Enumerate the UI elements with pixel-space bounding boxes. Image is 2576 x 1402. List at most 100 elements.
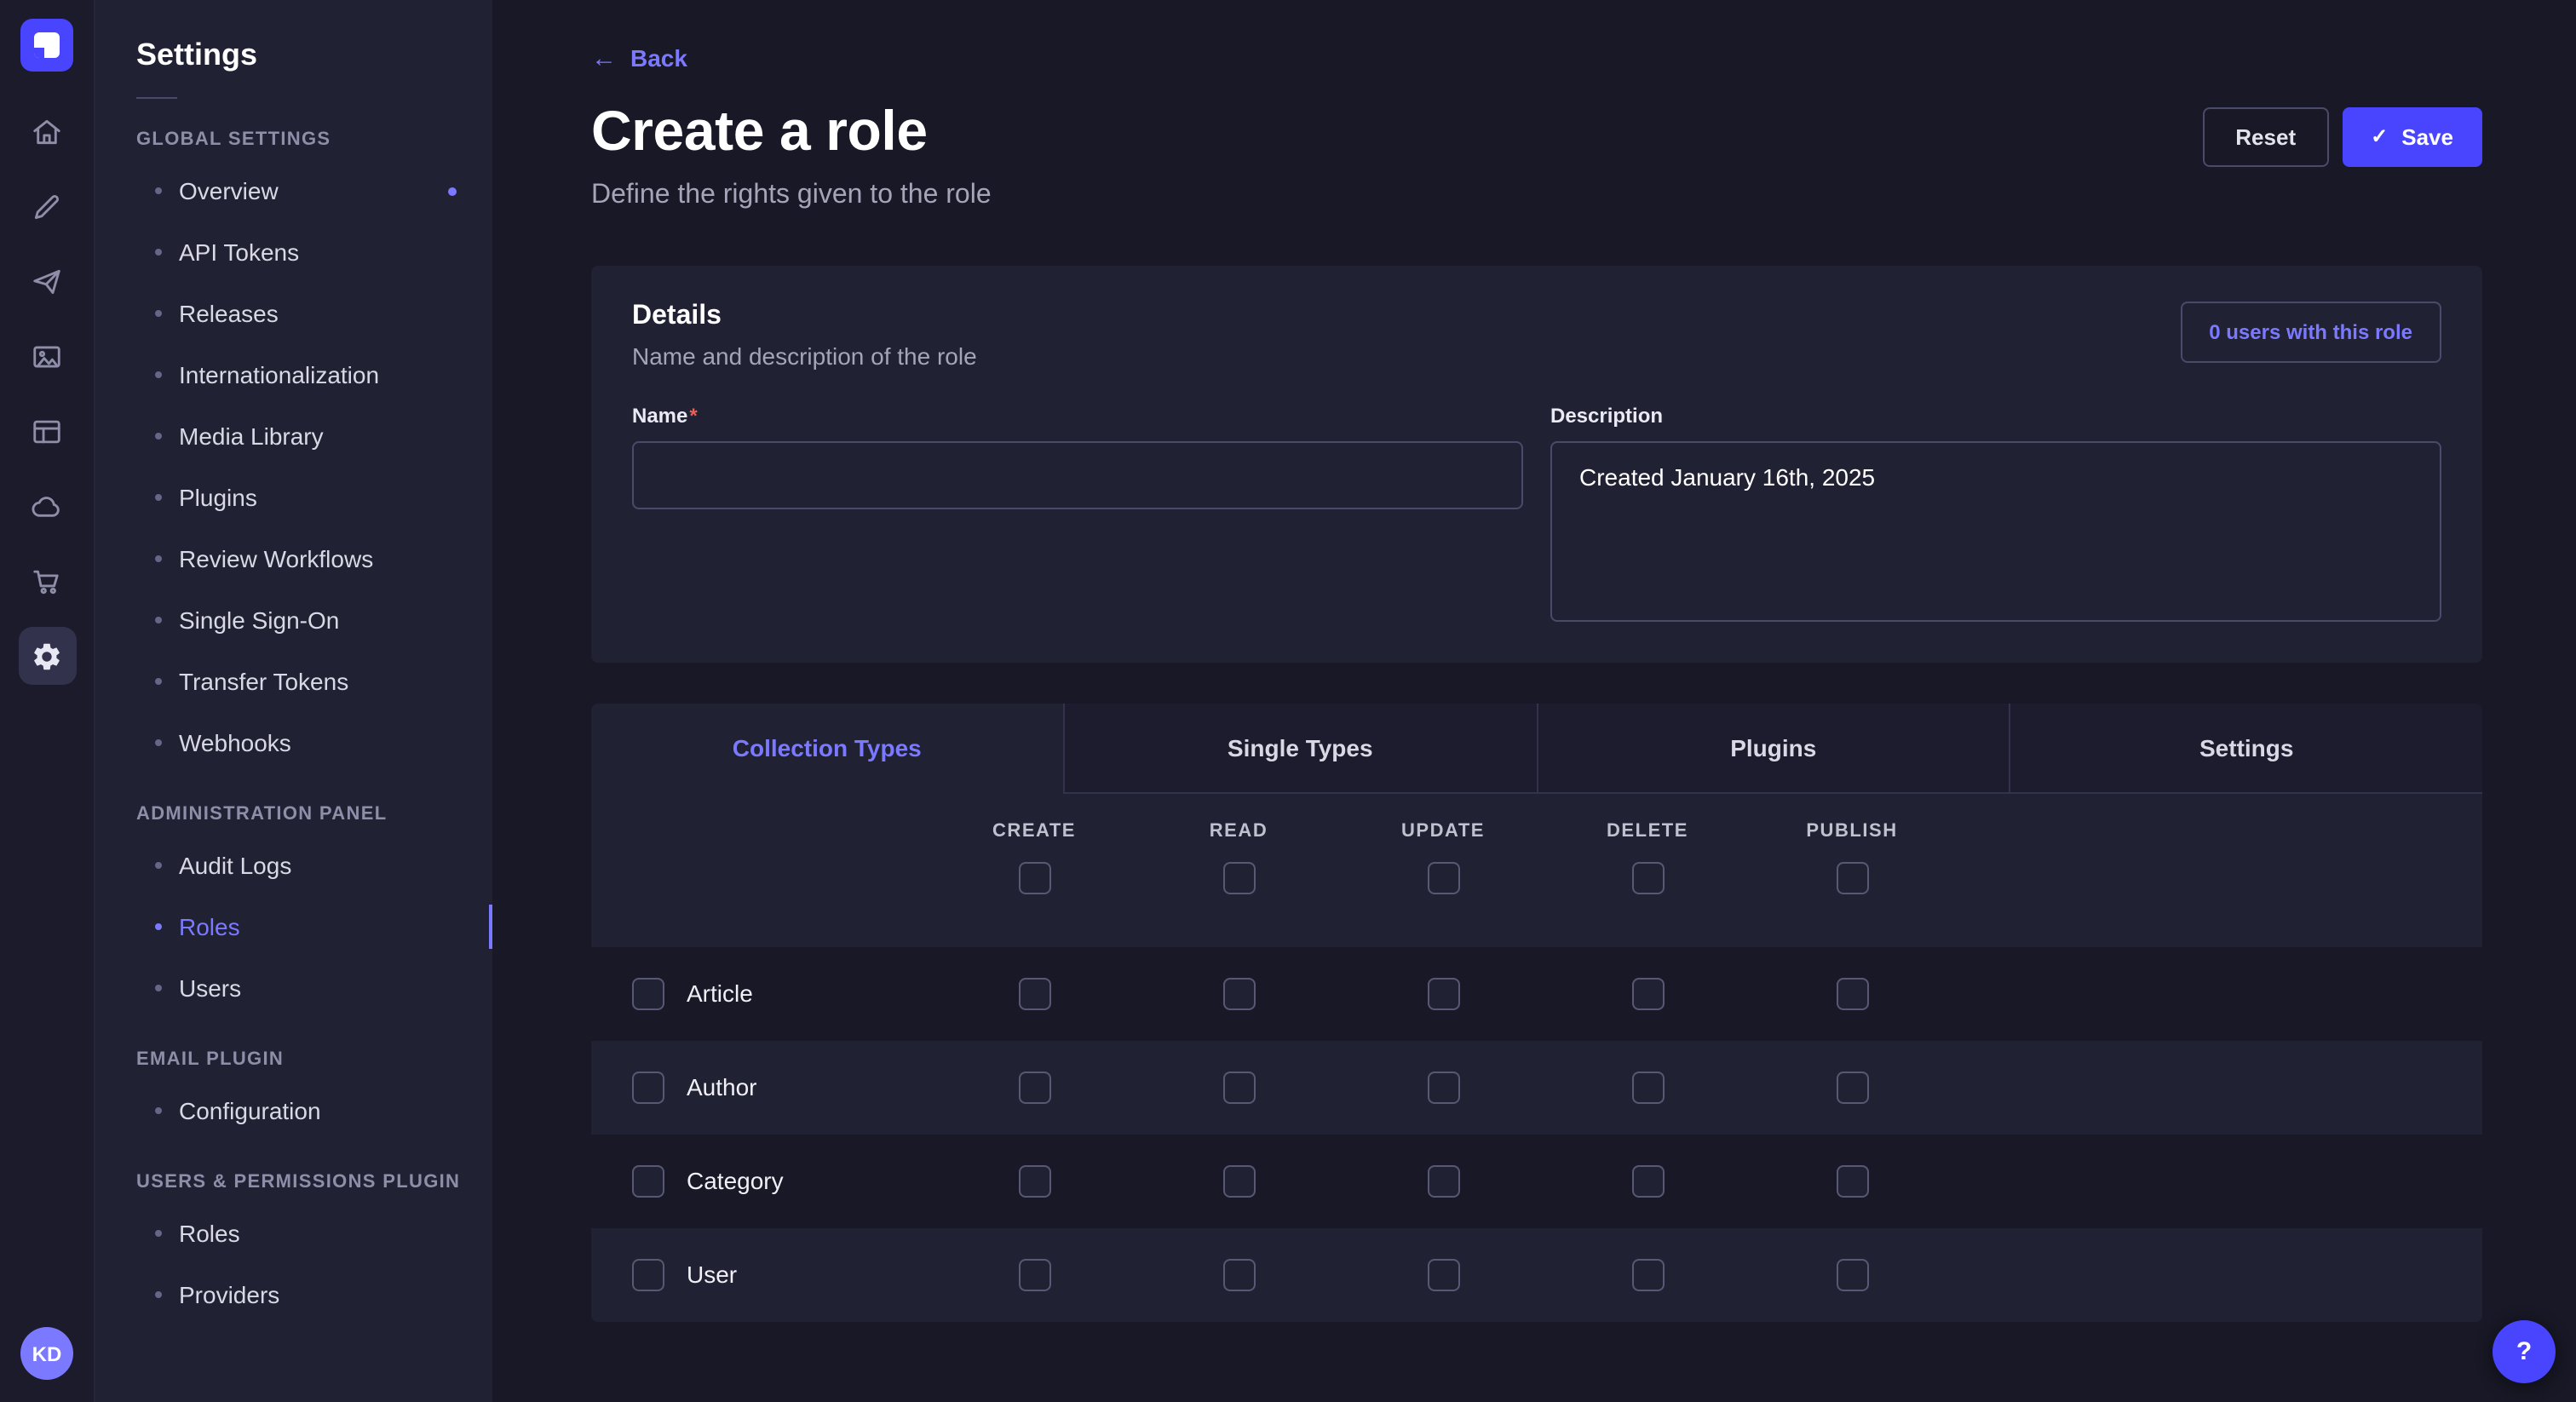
- row-select-article-checkbox[interactable]: [632, 977, 664, 1009]
- bullet-icon: [155, 862, 162, 869]
- rail-item-gear[interactable]: [18, 627, 76, 685]
- rail-item-media[interactable]: [18, 327, 76, 385]
- permission-cell: [1545, 977, 1750, 1009]
- sidebar-item-overview[interactable]: Overview: [95, 160, 492, 221]
- article-update-checkbox[interactable]: [1427, 977, 1459, 1009]
- users-with-role-button[interactable]: 0 users with this role: [2180, 301, 2441, 362]
- user-delete-checkbox[interactable]: [1631, 1258, 1664, 1290]
- category-delete-checkbox[interactable]: [1631, 1164, 1664, 1197]
- user-create-checkbox[interactable]: [1018, 1258, 1050, 1290]
- author-update-checkbox[interactable]: [1427, 1071, 1459, 1103]
- category-create-checkbox[interactable]: [1018, 1164, 1050, 1197]
- row-label: Author: [687, 1073, 757, 1100]
- bullet-icon: [155, 617, 162, 623]
- article-read-checkbox[interactable]: [1222, 977, 1255, 1009]
- rail-item-pencil[interactable]: [18, 177, 76, 235]
- category-publish-checkbox[interactable]: [1836, 1164, 1868, 1197]
- rail-item-cloud[interactable]: [18, 477, 76, 535]
- sidebar-item-audit-logs[interactable]: Audit Logs: [95, 835, 492, 896]
- header-column-read: READ: [1136, 820, 1341, 946]
- back-link[interactable]: ← Back: [591, 44, 687, 72]
- select-all-read-checkbox[interactable]: [1222, 861, 1255, 893]
- user-publish-checkbox[interactable]: [1836, 1258, 1868, 1290]
- user-read-checkbox[interactable]: [1222, 1258, 1255, 1290]
- rail-item-layout[interactable]: [18, 402, 76, 460]
- table-row-article: Article: [591, 946, 2482, 1040]
- sidebar-item-internationalization[interactable]: Internationalization: [95, 344, 492, 405]
- sidebar-item-roles[interactable]: Roles: [95, 896, 492, 957]
- select-all-publish-checkbox[interactable]: [1836, 861, 1868, 893]
- sidebar-item-label: Roles: [179, 1220, 240, 1247]
- settings-sidebar: Settings GLOBAL SETTINGSOverviewAPI Toke…: [95, 0, 492, 1402]
- select-all-update-checkbox[interactable]: [1427, 861, 1459, 893]
- sidebar-section-email-plugin: EMAIL PLUGIN Configuration: [95, 1049, 492, 1141]
- sidebar-section-label: EMAIL PLUGIN: [136, 1049, 492, 1070]
- sidebar-item-single-sign-on[interactable]: Single Sign-On: [95, 589, 492, 651]
- select-all-delete-checkbox[interactable]: [1631, 861, 1664, 893]
- rail-item-paper-plane[interactable]: [18, 252, 76, 310]
- row-name-cell: Category: [591, 1164, 932, 1197]
- column-label: READ: [1210, 820, 1268, 841]
- permission-cell: [1750, 977, 1954, 1009]
- article-publish-checkbox[interactable]: [1836, 977, 1868, 1009]
- strapi-logo[interactable]: [20, 19, 73, 72]
- sidebar-section-global-settings: GLOBAL SETTINGSOverviewAPI TokensRelease…: [95, 129, 492, 773]
- tab-collection-types[interactable]: Collection Types: [591, 703, 1063, 793]
- description-input[interactable]: Created January 16th, 2025: [1550, 440, 2441, 621]
- article-delete-checkbox[interactable]: [1631, 977, 1664, 1009]
- column-label: DELETE: [1607, 820, 1688, 841]
- header-actions: Reset ✓ Save: [2203, 106, 2482, 166]
- rail-item-home[interactable]: [18, 102, 76, 160]
- table-row-author: Author: [591, 1040, 2482, 1134]
- row-select-category-checkbox[interactable]: [632, 1164, 664, 1197]
- sidebar-item-users[interactable]: Users: [95, 957, 492, 1019]
- sidebar-item-releases[interactable]: Releases: [95, 283, 492, 344]
- page-title: Create a role: [591, 98, 928, 163]
- bullet-icon: [155, 310, 162, 317]
- tab-single-types[interactable]: Single Types: [1063, 703, 1537, 793]
- tab-plugins[interactable]: Plugins: [1536, 703, 2010, 793]
- sidebar-item-label: Review Workflows: [179, 545, 373, 572]
- save-button[interactable]: ✓ Save: [2342, 106, 2482, 166]
- tab-settings[interactable]: Settings: [2010, 703, 2483, 793]
- row-select-author-checkbox[interactable]: [632, 1071, 664, 1103]
- details-form: Name* Description Created January 16th, …: [632, 403, 2441, 621]
- name-input[interactable]: [632, 440, 1523, 509]
- sidebar-item-api-tokens[interactable]: API Tokens: [95, 221, 492, 283]
- article-create-checkbox[interactable]: [1018, 977, 1050, 1009]
- bullet-icon: [155, 985, 162, 991]
- permission-cell: [1750, 1071, 1954, 1103]
- bullet-icon: [155, 494, 162, 501]
- help-button[interactable]: ?: [2493, 1320, 2556, 1383]
- sidebar-item-plugins[interactable]: Plugins: [95, 467, 492, 528]
- sidebar-item-media-library[interactable]: Media Library: [95, 405, 492, 467]
- author-publish-checkbox[interactable]: [1836, 1071, 1868, 1103]
- name-label: Name*: [632, 403, 1523, 427]
- sidebar-item-providers[interactable]: Providers: [95, 1264, 492, 1325]
- sidebar-section-users-permissions-plugin: USERS & PERMISSIONS PLUGINRolesProviders: [95, 1172, 492, 1325]
- rail-item-cart[interactable]: [18, 552, 76, 610]
- cloud-icon: [31, 490, 63, 522]
- back-arrow-icon: ←: [591, 45, 617, 71]
- permission-cell: [1136, 977, 1341, 1009]
- reset-button[interactable]: Reset: [2203, 106, 2328, 166]
- author-read-checkbox[interactable]: [1222, 1071, 1255, 1103]
- category-update-checkbox[interactable]: [1427, 1164, 1459, 1197]
- sidebar-item-configuration[interactable]: Configuration: [95, 1080, 492, 1141]
- page-subtitle: Define the rights given to the role: [591, 180, 2482, 210]
- pencil-icon: [31, 190, 63, 222]
- category-read-checkbox[interactable]: [1222, 1164, 1255, 1197]
- sidebar-item-webhooks[interactable]: Webhooks: [95, 712, 492, 773]
- author-create-checkbox[interactable]: [1018, 1071, 1050, 1103]
- details-title: Details: [632, 301, 977, 331]
- app-root: KD Settings GLOBAL SETTINGSOverviewAPI T…: [0, 0, 2576, 1402]
- select-all-create-checkbox[interactable]: [1018, 861, 1050, 893]
- avatar[interactable]: KD: [20, 1327, 73, 1380]
- user-update-checkbox[interactable]: [1427, 1258, 1459, 1290]
- sidebar-item-transfer-tokens[interactable]: Transfer Tokens: [95, 651, 492, 712]
- strapi-logo-icon: [34, 32, 60, 58]
- row-select-user-checkbox[interactable]: [632, 1258, 664, 1290]
- sidebar-item-roles[interactable]: Roles: [95, 1203, 492, 1264]
- sidebar-item-review-workflows[interactable]: Review Workflows: [95, 528, 492, 589]
- author-delete-checkbox[interactable]: [1631, 1071, 1664, 1103]
